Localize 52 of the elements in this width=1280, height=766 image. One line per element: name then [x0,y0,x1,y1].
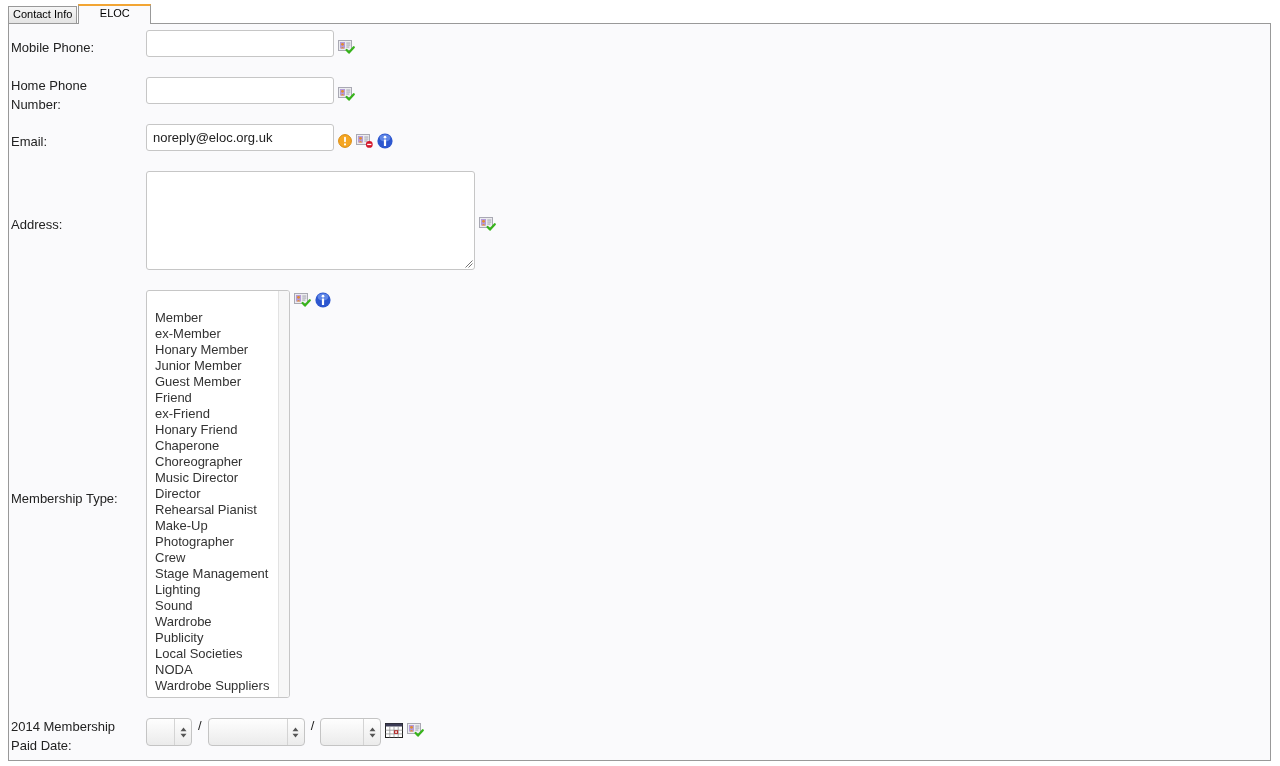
contact-card-check-icon[interactable] [338,86,355,101]
text-field[interactable] [146,30,334,57]
list-option[interactable]: Music Director [147,470,278,486]
list-option[interactable]: Photographer [147,534,278,550]
list-option[interactable]: Choreographer [147,454,278,470]
list-option[interactable]: Chaperone [147,438,278,454]
up-down-arrows-icon [292,726,300,738]
list-option[interactable]: ex-Member [147,326,278,342]
list-option[interactable]: ex-Friend [147,406,278,422]
resize-grip-icon[interactable] [465,260,473,268]
up-down-arrows-icon [179,726,187,738]
scrollbar-track[interactable] [278,291,289,697]
list-option[interactable]: Friend [147,390,278,406]
date-separator: / [198,718,202,733]
field-label: Membership Type: [11,489,119,508]
field-label: Address: [11,216,64,234]
list-option[interactable]: Rehearsal Pianist [147,502,278,518]
list-option[interactable]: Publicity [147,630,278,646]
text-field[interactable]: noreply@eloc.org.uk [146,124,334,151]
list-option[interactable]: Stage Management [147,566,278,582]
field-label: Mobile Phone: [11,39,96,57]
contact-card-check-icon[interactable] [407,723,425,737]
list-option[interactable]: Junior Member [147,358,278,374]
list-box[interactable] [146,290,290,698]
dropdown[interactable] [146,718,192,746]
field-label: Email: [11,133,49,151]
list-option[interactable]: Make-Up [147,518,278,534]
list-option[interactable]: Member [147,310,278,326]
field-label: 2014 Membership Paid Date: [11,718,117,755]
list-option[interactable]: Director [147,486,278,502]
date-separator: / [310,718,315,733]
up-down-arrows-icon [368,726,376,738]
list-option[interactable]: Honary Member [147,342,278,358]
list-option[interactable]: NODA [147,662,278,678]
calendar-icon[interactable] [385,722,404,738]
contact-card-check-icon[interactable] [338,39,355,54]
list-option[interactable]: Local Societies [147,646,278,662]
list-option[interactable]: Lighting [147,582,278,598]
text-field[interactable] [146,77,334,104]
list-option[interactable]: Sound [147,598,278,614]
contact-card-check-icon[interactable] [479,216,496,231]
contact-card-minus-icon[interactable] [356,133,373,148]
tab[interactable]: ELOC [78,4,152,24]
list-option[interactable]: Honary Friend [147,422,278,438]
list-option[interactable]: Guest Member [147,374,278,390]
list-option[interactable]: Wardrobe Suppliers [147,678,278,694]
list-option[interactable]: Crew [147,550,278,566]
contact-card-check-icon[interactable] [294,293,311,307]
list-option[interactable]: Wardrobe [147,614,278,630]
tab[interactable]: Contact Info [8,6,78,23]
dropdown[interactable] [207,718,305,746]
field-label: Home Phone Number: [11,76,88,114]
